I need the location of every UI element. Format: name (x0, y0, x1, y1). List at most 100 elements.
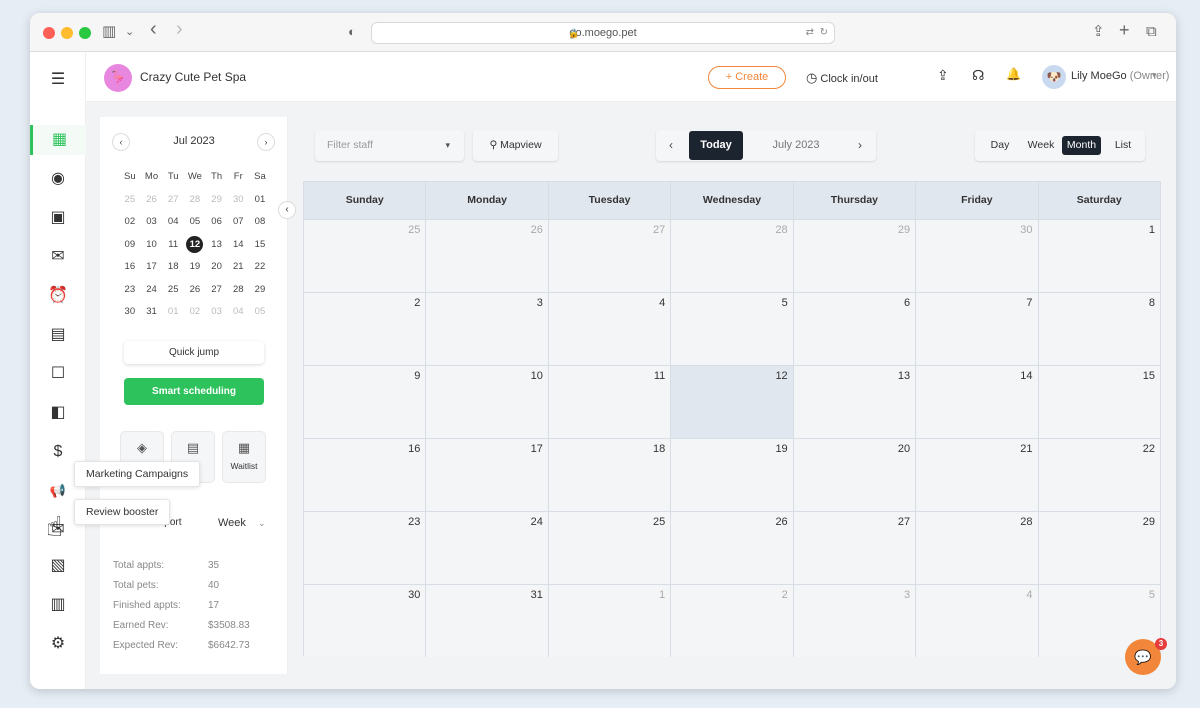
create-button[interactable]: + Create (708, 66, 786, 89)
reload-icon[interactable]: ↻ (820, 23, 828, 43)
mini-day[interactable]: 23 (119, 279, 141, 302)
calendar-day[interactable]: 26 (426, 220, 549, 292)
calendar-day[interactable]: 28 (671, 220, 794, 292)
calendar-day[interactable]: 29 (1038, 512, 1160, 584)
calendar-day[interactable]: 9 (304, 366, 427, 438)
headset-icon[interactable]: ☊ (972, 67, 984, 84)
mini-day[interactable]: 18 (162, 256, 184, 279)
business-name[interactable]: Crazy Cute Pet Spa (140, 70, 246, 84)
mini-day[interactable]: 02 (119, 211, 141, 234)
tag-icon[interactable]: ◧ (30, 398, 86, 428)
calendar-day[interactable]: 16 (304, 439, 427, 511)
calendar-day[interactable]: 20 (793, 439, 917, 511)
calendar-day-today[interactable]: 12 (671, 366, 794, 438)
calendar-day[interactable]: 23 (304, 512, 427, 584)
shield-icon[interactable]: ◐ (348, 22, 356, 42)
mini-day[interactable]: 25 (162, 279, 184, 302)
current-month-label[interactable]: July 2023 (751, 130, 841, 161)
clock-in-out-button[interactable]: ◷ Clock in/out (806, 70, 878, 86)
mini-day[interactable]: 05 (184, 211, 206, 234)
chevron-down-icon[interactable]: ⌄ (258, 518, 266, 529)
schedule-icon[interactable]: ▤ (30, 320, 86, 350)
mini-day-selected[interactable]: 12 (184, 234, 206, 257)
back-icon[interactable]: ‹ (150, 19, 157, 39)
messages-icon[interactable]: ✉ (30, 242, 86, 272)
business-logo[interactable]: 🦩 (104, 64, 132, 92)
menu-icon[interactable]: ☰ (30, 65, 86, 95)
chevron-down-icon[interactable]: ⌄ (125, 22, 134, 42)
view-day-button[interactable]: Day (981, 136, 1019, 155)
mini-day[interactable]: 04 (227, 301, 249, 324)
mini-day[interactable]: 31 (141, 301, 163, 324)
new-tab-icon[interactable]: + (1119, 20, 1130, 40)
mini-day[interactable]: 19 (184, 256, 206, 279)
close-window-button[interactable] (43, 27, 55, 39)
mini-day[interactable]: 16 (119, 256, 141, 279)
calendar-day[interactable]: 15 (1038, 366, 1160, 438)
mini-day[interactable]: 10 (141, 234, 163, 257)
calendar-day[interactable]: 7 (916, 293, 1039, 365)
view-month-button[interactable]: Month (1062, 136, 1101, 155)
tab-overview-icon[interactable]: ⧉ (1146, 22, 1157, 42)
calendar-day[interactable]: 10 (426, 366, 549, 438)
mini-day[interactable]: 21 (227, 256, 249, 279)
mini-day[interactable]: 02 (184, 301, 206, 324)
calendar-day[interactable]: 26 (671, 512, 794, 584)
calendar-day[interactable]: 25 (304, 220, 427, 292)
calendar-day[interactable]: 1 (1038, 220, 1160, 292)
mini-day[interactable]: 24 (141, 279, 163, 302)
today-button[interactable]: Today (689, 131, 743, 160)
mini-day[interactable]: 13 (206, 234, 228, 257)
mini-day[interactable]: 27 (162, 189, 184, 212)
smart-scheduling-button[interactable]: Smart scheduling (124, 378, 264, 405)
calendar-day[interactable]: 19 (671, 439, 794, 511)
mini-day[interactable]: 25 (119, 189, 141, 212)
mini-day[interactable]: 29 (249, 279, 271, 302)
filter-staff-select[interactable]: Filter staff ▾ (315, 130, 464, 161)
reports-icon[interactable]: ▥ (30, 590, 86, 620)
clipboard-icon[interactable]: ☐ (30, 359, 86, 389)
calendar-day[interactable]: 30 (916, 220, 1039, 292)
calendar-day[interactable]: 1 (548, 585, 672, 657)
calendar-day[interactable]: 31 (426, 585, 549, 657)
mini-day[interactable]: 09 (119, 234, 141, 257)
next-month-button[interactable]: › (845, 130, 875, 161)
maximize-window-button[interactable] (79, 27, 91, 39)
pet-icon[interactable]: ◉ (30, 164, 86, 194)
mini-day[interactable]: 07 (227, 211, 249, 234)
inventory-icon[interactable]: ▧ (30, 551, 86, 581)
calendar-day[interactable]: 3 (793, 585, 917, 657)
mini-day[interactable]: 26 (184, 279, 206, 302)
calendar-day[interactable]: 4 (916, 585, 1039, 657)
mini-day[interactable]: 08 (249, 211, 271, 234)
mini-day[interactable]: 28 (227, 279, 249, 302)
calendar-day[interactable]: 5 (671, 293, 794, 365)
mini-next-month-button[interactable]: › (257, 133, 275, 151)
calendar-day[interactable]: 27 (548, 220, 672, 292)
share-icon[interactable]: ⇪ (1092, 22, 1105, 42)
mini-day[interactable]: 26 (141, 189, 163, 212)
calendar-day[interactable]: 24 (426, 512, 549, 584)
avatar[interactable]: 🐶 (1042, 65, 1066, 89)
calendar-day[interactable]: 13 (793, 366, 917, 438)
calendar-day[interactable]: 11 (548, 366, 672, 438)
address-bar[interactable]: 🔒 go.moego.pet ⇄ ↻ (371, 22, 835, 44)
calendar-day[interactable]: 27 (793, 512, 917, 584)
calendar-day[interactable]: 17 (426, 439, 549, 511)
view-week-button[interactable]: Week (1022, 136, 1060, 155)
calendar-day[interactable]: 25 (548, 512, 672, 584)
mini-day[interactable]: 01 (162, 301, 184, 324)
calendar-day[interactable]: 2 (304, 293, 427, 365)
minimize-window-button[interactable] (61, 27, 73, 39)
mini-day[interactable]: 29 (206, 189, 228, 212)
calendar-day[interactable]: 21 (916, 439, 1039, 511)
calendar-day[interactable]: 8 (1038, 293, 1160, 365)
mini-day[interactable]: 20 (206, 256, 228, 279)
calendar-day[interactable]: 29 (793, 220, 917, 292)
mini-day[interactable]: 06 (206, 211, 228, 234)
view-list-button[interactable]: List (1104, 136, 1142, 155)
calendar-day[interactable]: 14 (916, 366, 1039, 438)
retail-icon[interactable]: ▣ (30, 203, 86, 233)
upload-icon[interactable]: ⇪ (937, 67, 949, 84)
mini-day[interactable]: 27 (206, 279, 228, 302)
